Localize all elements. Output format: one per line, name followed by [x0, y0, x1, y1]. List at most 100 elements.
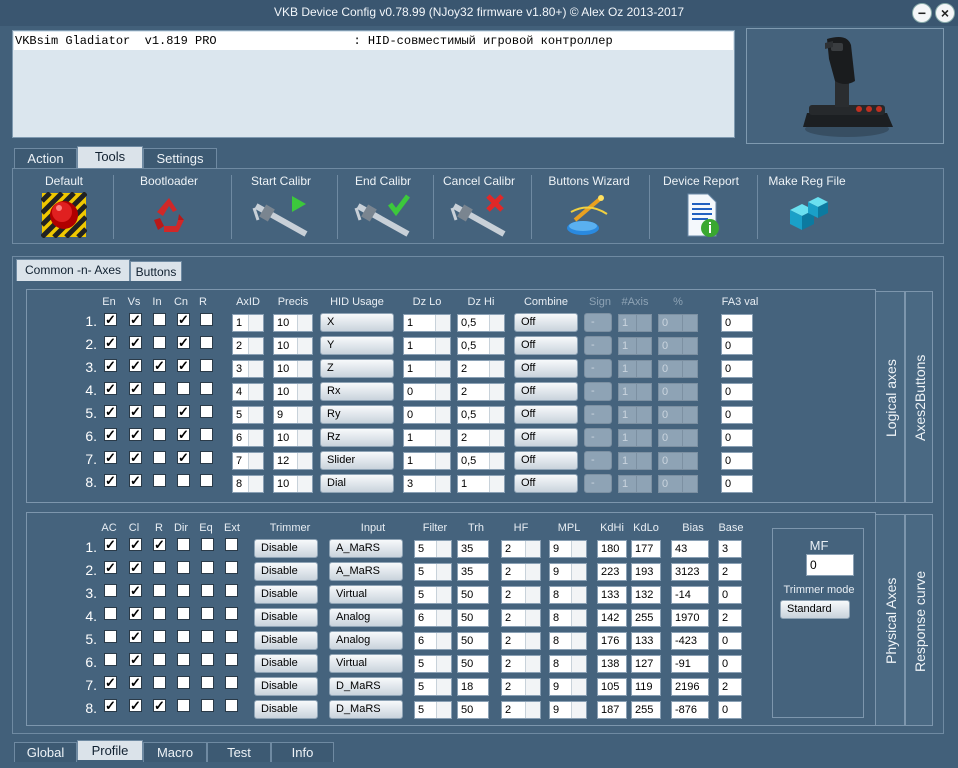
mpl-spinner[interactable]: 9: [549, 563, 587, 581]
kdlo-input[interactable]: 132: [631, 586, 661, 604]
hf-spinner[interactable]: 2: [501, 563, 541, 581]
hid-usage-select[interactable]: Y: [320, 336, 394, 355]
checkbox-cl[interactable]: ✓: [129, 538, 142, 551]
checkbox-ext[interactable]: [225, 653, 238, 666]
precis-spinner[interactable]: 10: [273, 429, 313, 447]
precis-spinner[interactable]: 10: [273, 314, 313, 332]
combine-select[interactable]: Off: [514, 336, 578, 355]
fa3-val-input[interactable]: 0: [721, 429, 753, 447]
checkbox-cn[interactable]: ✓: [177, 451, 190, 464]
combine-select[interactable]: Off: [514, 474, 578, 493]
mpl-spinner[interactable]: 9: [549, 701, 587, 719]
checkbox-en[interactable]: ✓: [104, 428, 117, 441]
combine-select[interactable]: Off: [514, 359, 578, 378]
hf-spinner[interactable]: 2: [501, 701, 541, 719]
precis-spinner[interactable]: 10: [273, 475, 313, 493]
tab-info[interactable]: Info: [271, 742, 334, 762]
kdlo-input[interactable]: 255: [631, 609, 661, 627]
tab-settings[interactable]: Settings: [143, 148, 217, 168]
hid-usage-select[interactable]: Dial: [320, 474, 394, 493]
checkbox-in[interactable]: [153, 428, 166, 441]
mpl-spinner[interactable]: 9: [549, 678, 587, 696]
base-input[interactable]: 0: [718, 632, 742, 650]
checkbox-r[interactable]: [200, 382, 213, 395]
cancel-calibr-button[interactable]: Cancel Calibr: [439, 169, 519, 243]
checkbox-r[interactable]: [200, 336, 213, 349]
checkbox-eq[interactable]: [201, 607, 214, 620]
checkbox-en[interactable]: ✓: [104, 405, 117, 418]
axid-spinner[interactable]: 5: [232, 406, 264, 424]
checkbox-eq[interactable]: [201, 699, 214, 712]
dz-hi-spinner[interactable]: 0,5: [457, 452, 505, 470]
checkbox-r[interactable]: [200, 451, 213, 464]
checkbox-r[interactable]: [200, 428, 213, 441]
checkbox-cl[interactable]: ✓: [129, 676, 142, 689]
fa3-val-input[interactable]: 0: [721, 360, 753, 378]
dz-lo-spinner[interactable]: 1: [403, 337, 451, 355]
filter-spinner[interactable]: 5: [414, 655, 452, 673]
checkbox-ac[interactable]: ✓: [104, 676, 117, 689]
default-button[interactable]: Default: [21, 169, 107, 243]
axid-spinner[interactable]: 1: [232, 314, 264, 332]
base-input[interactable]: 0: [718, 655, 742, 673]
checkbox-ext[interactable]: [225, 561, 238, 574]
fa3-val-input[interactable]: 0: [721, 383, 753, 401]
combine-select[interactable]: Off: [514, 382, 578, 401]
checkbox-vs[interactable]: ✓: [129, 313, 142, 326]
hid-usage-select[interactable]: X: [320, 313, 394, 332]
axid-spinner[interactable]: 2: [232, 337, 264, 355]
checkbox-dir[interactable]: [177, 676, 190, 689]
input-select[interactable]: Virtual: [329, 585, 403, 604]
checkbox-ac[interactable]: [104, 607, 117, 620]
base-input[interactable]: 2: [718, 563, 742, 581]
checkbox-cl[interactable]: ✓: [129, 653, 142, 666]
precis-spinner[interactable]: 12: [273, 452, 313, 470]
bias-input[interactable]: 43: [671, 540, 709, 558]
kdhi-input[interactable]: 180: [597, 540, 627, 558]
dz-lo-spinner[interactable]: 1: [403, 429, 451, 447]
dz-hi-spinner[interactable]: 2: [457, 383, 505, 401]
trh-input[interactable]: 50: [457, 701, 489, 719]
trh-input[interactable]: 50: [457, 609, 489, 627]
checkbox-en[interactable]: ✓: [104, 313, 117, 326]
filter-spinner[interactable]: 6: [414, 609, 452, 627]
checkbox-dir[interactable]: [177, 630, 190, 643]
tab-common-axes[interactable]: Common -n- Axes: [16, 259, 130, 281]
checkbox-eq[interactable]: [201, 653, 214, 666]
checkbox-en[interactable]: ✓: [104, 336, 117, 349]
hid-usage-select[interactable]: Slider: [320, 451, 394, 470]
checkbox-r[interactable]: ✓: [153, 699, 166, 712]
checkbox-r[interactable]: [200, 359, 213, 372]
minimize-button[interactable]: −: [912, 3, 932, 23]
axid-spinner[interactable]: 6: [232, 429, 264, 447]
trimmer-select[interactable]: Disable: [254, 539, 318, 558]
checkbox-dir[interactable]: [177, 538, 190, 551]
checkbox-cn[interactable]: [177, 474, 190, 487]
checkbox-in[interactable]: [153, 336, 166, 349]
fa3-val-input[interactable]: 0: [721, 475, 753, 493]
checkbox-r[interactable]: [200, 405, 213, 418]
checkbox-vs[interactable]: ✓: [129, 428, 142, 441]
close-button[interactable]: ×: [935, 3, 955, 23]
kdlo-input[interactable]: 127: [631, 655, 661, 673]
checkbox-vs[interactable]: ✓: [129, 405, 142, 418]
checkbox-cn[interactable]: ✓: [177, 428, 190, 441]
device-report-button[interactable]: Device Report: [657, 169, 745, 243]
dz-lo-spinner[interactable]: 1: [403, 452, 451, 470]
precis-spinner[interactable]: 9: [273, 406, 313, 424]
hf-spinner[interactable]: 2: [501, 586, 541, 604]
base-input[interactable]: 0: [718, 586, 742, 604]
trh-input[interactable]: 50: [457, 632, 489, 650]
filter-spinner[interactable]: 5: [414, 678, 452, 696]
kdhi-input[interactable]: 223: [597, 563, 627, 581]
tab-profile[interactable]: Profile: [77, 740, 143, 760]
input-select[interactable]: Virtual: [329, 654, 403, 673]
checkbox-in[interactable]: [153, 451, 166, 464]
dz-hi-spinner[interactable]: 2: [457, 360, 505, 378]
checkbox-dir[interactable]: [177, 607, 190, 620]
checkbox-en[interactable]: ✓: [104, 359, 117, 372]
kdhi-input[interactable]: 138: [597, 655, 627, 673]
buttons-wizard-button[interactable]: Buttons Wizard: [541, 169, 637, 243]
hid-usage-select[interactable]: Rz: [320, 428, 394, 447]
checkbox-cl[interactable]: ✓: [129, 699, 142, 712]
